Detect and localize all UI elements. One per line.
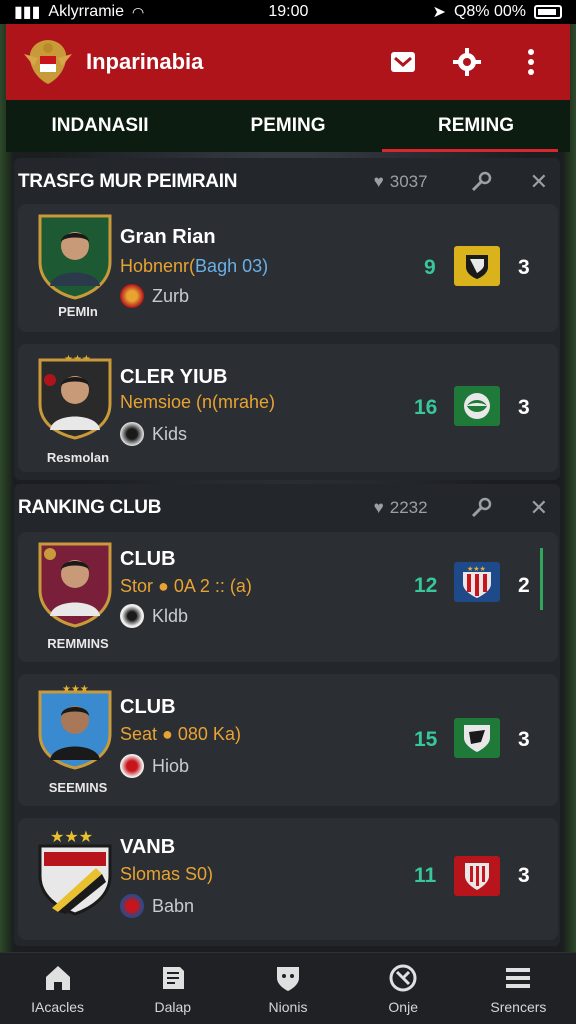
garuda-crest-logo bbox=[20, 34, 76, 90]
ball-icon bbox=[389, 964, 417, 991]
stat-value: 11 bbox=[414, 864, 437, 887]
club-name: CLUB bbox=[120, 696, 176, 718]
rank-value: 3 bbox=[518, 396, 530, 419]
nav-item-dalap[interactable]: Dalap bbox=[115, 953, 230, 1024]
avatar: PEMIn bbox=[28, 212, 120, 322]
nav-item-srencers[interactable]: Srencers bbox=[461, 953, 576, 1024]
book-icon bbox=[162, 966, 184, 989]
shield-icon bbox=[277, 966, 299, 991]
nav-item-home[interactable]: IAcacles bbox=[0, 953, 115, 1024]
tab-indanasii[interactable]: INDANASII bbox=[6, 100, 194, 152]
club-crest: ★★★ bbox=[28, 828, 120, 938]
rank-value: 3 bbox=[518, 864, 530, 887]
club-row: Babn bbox=[120, 894, 194, 918]
club-name: CLUB bbox=[120, 548, 176, 570]
avatar: ★★★ SEEMINS bbox=[28, 682, 120, 795]
close-icon[interactable]: ✕ bbox=[530, 169, 548, 195]
bottom-navigation: IAcacles Dalap Nionis Onje Srencers bbox=[0, 952, 576, 1024]
avatar: REMMINS bbox=[28, 540, 120, 651]
club-row: Zurb bbox=[120, 284, 189, 308]
club-mini-icon bbox=[120, 422, 144, 446]
stat-value: 15 bbox=[414, 728, 438, 751]
home-icon bbox=[45, 965, 70, 990]
status-bar: ▮▮▮ Aklyrramie ◠ 19:00 ➤ Q8% 00% bbox=[0, 0, 576, 24]
rank-value: 2 bbox=[518, 574, 530, 597]
player-name: CLER YIUB bbox=[120, 366, 228, 388]
inbox-icon[interactable] bbox=[388, 47, 418, 77]
club-detail: Slomas S0) bbox=[120, 864, 214, 884]
clock: 19:00 bbox=[268, 3, 309, 20]
club-badge-icon bbox=[454, 718, 500, 758]
player-name: Gran Rian bbox=[120, 226, 216, 248]
selection-indicator bbox=[540, 548, 543, 610]
tab-bar: INDANASII PEMING REMING bbox=[6, 100, 570, 152]
club-card[interactable]: REMMINS CLUB Stor ● 0A 2 :: (a) Kldb 12 … bbox=[18, 532, 558, 662]
close-icon[interactable]: ✕ bbox=[530, 495, 548, 521]
club-name: VANB bbox=[120, 836, 176, 858]
club-detail: Stor ● 0A 2 :: (a) bbox=[120, 576, 252, 596]
likes-count: ♥ 2232 bbox=[373, 498, 428, 517]
settings-icon[interactable] bbox=[452, 47, 482, 77]
tab-peming[interactable]: PEMING bbox=[194, 100, 382, 152]
rank-value: 3 bbox=[518, 256, 530, 279]
menu-icon bbox=[506, 967, 531, 988]
more-options-icon[interactable] bbox=[516, 47, 546, 77]
club-row: Kids bbox=[120, 422, 187, 446]
club-badge-icon bbox=[454, 246, 500, 286]
avatar: ★★★ Resmolan bbox=[28, 352, 120, 465]
player-detail: Hobnenr(Bagh 03) bbox=[120, 256, 269, 276]
club-badge-icon: ★★★ bbox=[454, 562, 500, 602]
player-card[interactable]: ★★★ Resmolan CLER YIUB Nemsioe (n(mrahe)… bbox=[18, 344, 558, 472]
app-bar: Inparinabia bbox=[6, 24, 570, 100]
club-badge-icon bbox=[454, 386, 500, 426]
player-card[interactable]: PEMIn Gran Rian Hobnenr(Bagh 03) Zurb 9 … bbox=[18, 204, 558, 332]
heart-icon: ♥ bbox=[373, 498, 384, 517]
section-header-ranking: RANKING CLUB ♥ 2232 ✕ bbox=[18, 486, 558, 530]
stat-value: 9 bbox=[424, 256, 436, 279]
carrier-name: Aklyrramie bbox=[48, 3, 124, 20]
soccer-ball-icon bbox=[120, 604, 144, 628]
svg-text:★★★: ★★★ bbox=[50, 829, 93, 846]
rank-value: 3 bbox=[518, 728, 530, 751]
player-detail: Nemsioe (n(mrahe) bbox=[120, 392, 276, 412]
club-mini-icon bbox=[120, 284, 144, 308]
whistle-icon[interactable] bbox=[468, 170, 494, 194]
club-row: Kldb bbox=[120, 604, 188, 628]
club-row: Hiob bbox=[120, 754, 189, 778]
club-card[interactable]: ★★★ VANB Slomas S0) Babn 11 3 bbox=[18, 818, 558, 940]
nav-item-onje[interactable]: Onje bbox=[346, 953, 461, 1024]
section-header-transfer: TRASFG MUR PEIMRAIN ♥ 3037 ✕ bbox=[18, 160, 558, 204]
app-title: Inparinabia bbox=[86, 49, 204, 74]
section-title: TRASFG MUR PEIMRAIN bbox=[18, 171, 238, 192]
likes-count: ♥ 3037 bbox=[373, 172, 428, 191]
tab-reming[interactable]: REMING bbox=[382, 100, 570, 152]
club-mini-icon bbox=[120, 894, 144, 918]
club-detail: Seat ● 080 Ka) bbox=[120, 724, 241, 744]
whistle-icon[interactable] bbox=[468, 496, 494, 520]
wifi-icon: ◠ bbox=[131, 3, 145, 20]
location-icon: ➤ bbox=[432, 4, 446, 21]
section-title: RANKING CLUB bbox=[18, 497, 162, 518]
stat-value: 16 bbox=[414, 396, 438, 419]
club-card[interactable]: ★★★ SEEMINS CLUB Seat ● 080 Ka) Hiob 15 … bbox=[18, 674, 558, 806]
nav-item-nionis[interactable]: Nionis bbox=[230, 953, 345, 1024]
svg-text:★★★: ★★★ bbox=[467, 565, 486, 573]
battery-icon bbox=[533, 5, 562, 19]
heart-icon: ♥ bbox=[373, 172, 384, 191]
battery-text: Q8% 00% bbox=[453, 3, 526, 20]
signal-icon: ▮▮▮ bbox=[14, 4, 41, 21]
club-badge-icon bbox=[454, 856, 500, 896]
stat-value: 12 bbox=[414, 574, 438, 597]
club-mini-icon bbox=[120, 754, 144, 778]
